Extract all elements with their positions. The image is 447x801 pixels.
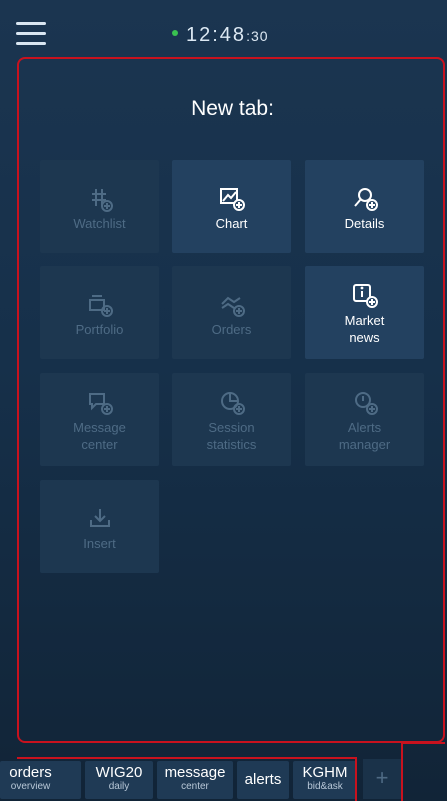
add-tab-button[interactable]: + [363,759,401,799]
bottom-tab-title: alerts [244,771,282,788]
tile-label: Orders [211,322,252,337]
bottom-tab-subtitle: overview [10,781,51,792]
tile-label: Watchlist [73,216,126,231]
portfolio-icon [40,293,159,317]
clock-seconds: :30 [246,28,269,44]
tile-alerts-manager[interactable]: Alerts manager [305,373,424,466]
tile-details[interactable]: Details [305,160,424,253]
tile-label-line1: Message [73,420,126,435]
bottom-tab-title: WIG20 [95,764,143,781]
tile-chart[interactable]: Chart [172,160,291,253]
tile-market-news[interactable]: Market news [305,266,424,359]
market-news-icon [305,284,424,308]
tile-label-line2: statistics [206,437,257,452]
bottom-tab-title: KGHM [302,764,348,781]
clock-time: 12:48 [186,24,247,46]
tile-label: Portfolio [75,322,124,337]
hamburger-menu-icon[interactable] [16,22,46,48]
insert-icon [40,507,159,531]
tile-label-line2: manager [338,437,391,452]
top-bar: 12:48:30 [0,0,447,56]
watchlist-icon [40,187,159,212]
bottom-tab-title: orders [9,764,52,781]
highlight-line [401,742,445,744]
tile-label-line1: Alerts [347,420,382,435]
new-tab-title: New tab: [191,97,274,120]
bottom-tab-orders-overview[interactable]: orders overview [0,761,81,799]
highlight-line [401,742,403,801]
bottom-tab-subtitle: bid&ask [307,781,343,792]
tile-label-line2: news [349,330,380,345]
bottom-tab-wig20-daily[interactable]: WIG20 daily [85,761,153,799]
session-statistics-icon [172,391,291,415]
tile-watchlist[interactable]: Watchlist [40,160,159,253]
clock: 12:48:30 [172,24,269,47]
tile-portfolio[interactable]: Portfolio [40,266,159,359]
bottom-tab-subtitle: daily [108,781,130,792]
connection-status-dot [172,29,178,36]
details-icon [305,187,424,211]
tile-insert[interactable]: Insert [40,480,159,573]
tile-label-line2: center [81,437,118,452]
tile-label-line1: Market [344,313,385,328]
bottom-tab-alerts[interactable]: alerts [237,761,289,799]
tile-orders[interactable]: Orders [172,266,291,359]
message-center-icon [40,391,159,415]
bottom-tab-kghm-bidask[interactable]: KGHM bid&ask [293,761,357,799]
alerts-manager-icon [305,391,424,415]
highlight-line [17,757,357,759]
tile-label: Details [344,216,385,231]
tile-label-line1: Session [208,420,255,435]
tile-label: Insert [83,536,116,551]
tile-label: Chart [215,216,248,231]
highlight-line [355,757,357,801]
orders-icon [172,293,291,317]
bottom-tab-title: message [164,764,226,781]
bottom-tab-message-center[interactable]: message center [157,761,233,799]
tile-session-statistics[interactable]: Session statistics [172,373,291,466]
chart-icon [172,187,291,211]
bottom-tab-subtitle: center [181,781,209,792]
tile-message-center[interactable]: Message center [40,373,159,466]
